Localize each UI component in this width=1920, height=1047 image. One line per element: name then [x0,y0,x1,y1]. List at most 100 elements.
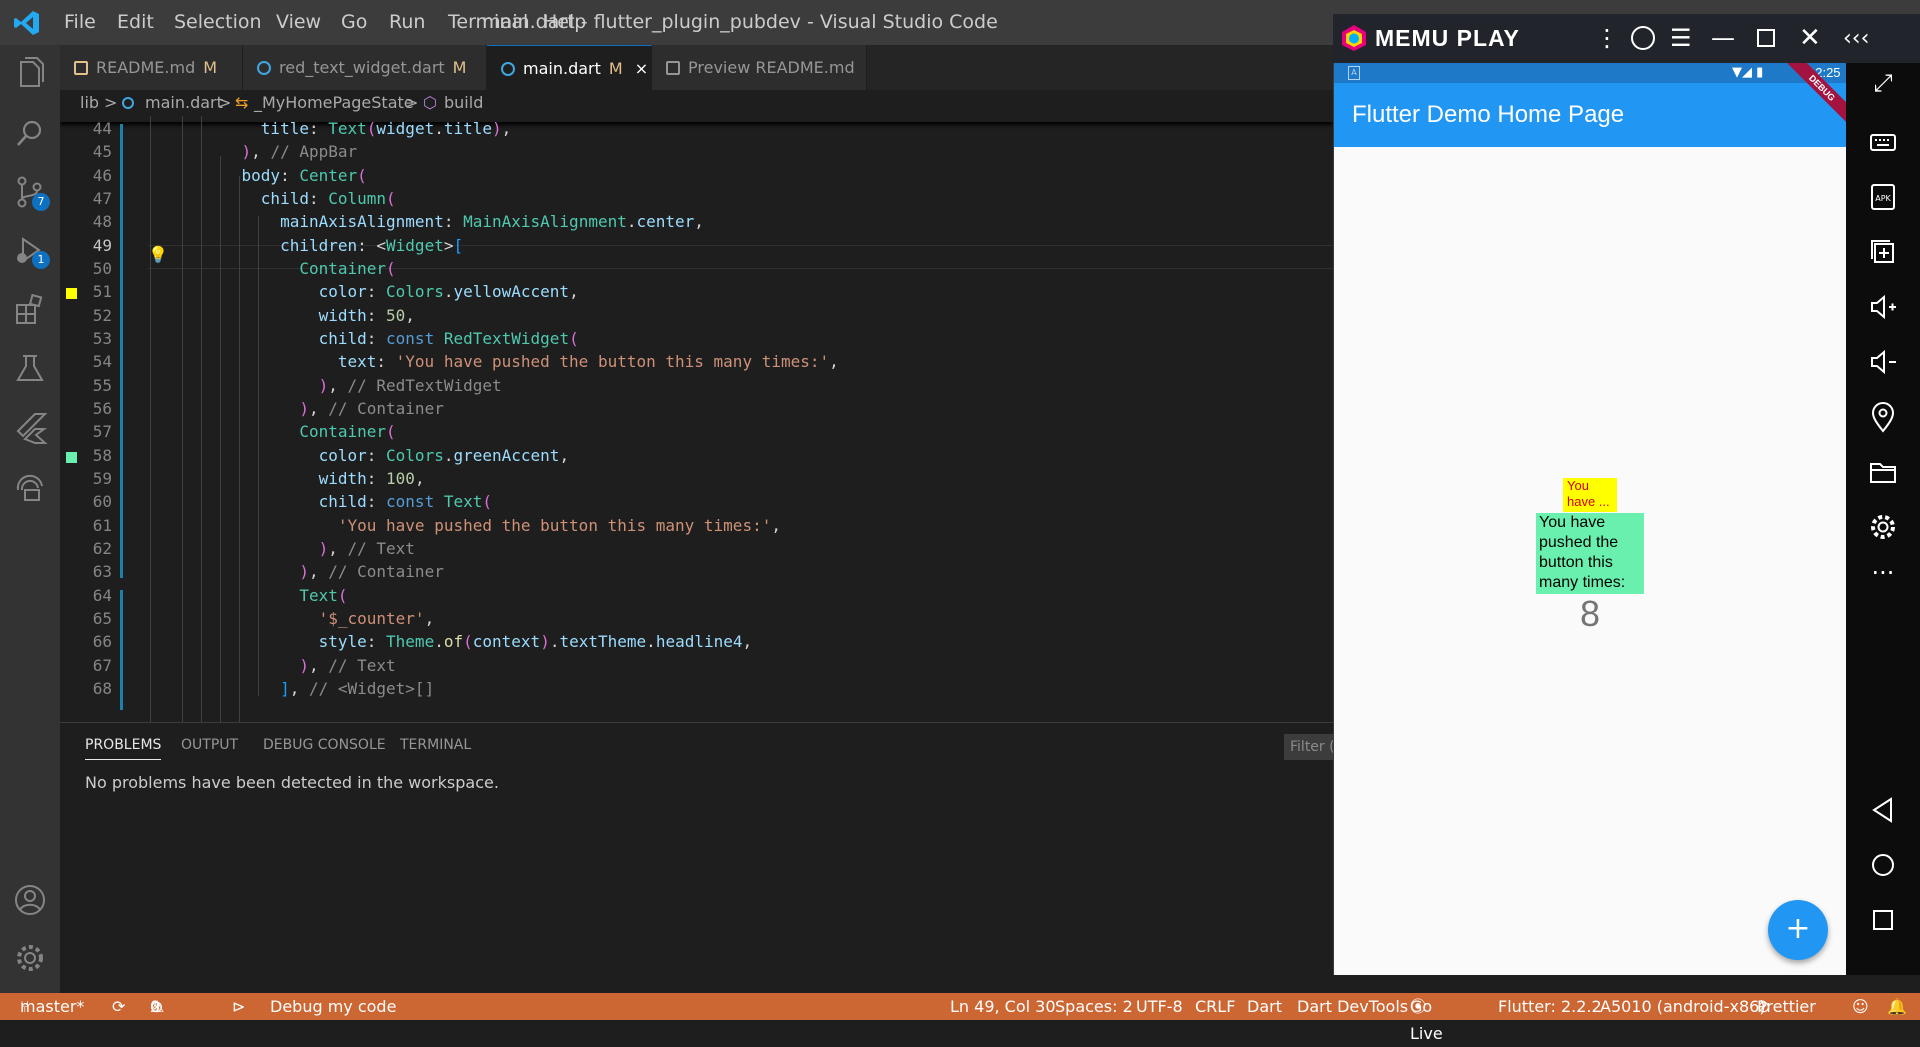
activity-bar: 7 1 [0,45,60,993]
code-line[interactable]: 63 ), // Container [60,562,1333,586]
tab-readme[interactable]: README.md M [60,45,243,90]
debug-badge: 1 [32,251,50,269]
code-line[interactable]: 45 ), // AppBar [60,142,1333,166]
problems-message: No problems have been detected in the wo… [85,773,499,792]
account-icon[interactable] [1631,26,1655,50]
encoding[interactable]: UTF-8 [1136,993,1183,1020]
android-home-icon[interactable] [1864,846,1902,884]
minimize-icon[interactable]: — [1711,14,1735,63]
maximize-icon[interactable] [1757,29,1775,47]
code-line[interactable]: 47 child: Column( [60,189,1333,213]
code-line[interactable]: 53 child: const RedTextWidget( [60,329,1333,353]
search-icon[interactable] [11,115,49,153]
breadcrumb-separator: > [104,93,118,112]
code-line[interactable]: 67 ), // Text [60,656,1333,680]
code-line[interactable]: 60 child: const Text( [60,492,1333,516]
remote-explorer-icon[interactable] [11,468,49,506]
code-text: width: 100, [318,469,425,489]
code-text: ), // Container [299,562,444,582]
cursor-position[interactable]: Ln 49, Col 30 [950,993,1056,1020]
code-line[interactable]: 49 children: <Widget>[ [60,236,1333,260]
close-icon[interactable]: × [635,59,648,78]
apk-install-icon[interactable]: APK [1864,178,1902,216]
code-line[interactable]: 66 style: Theme.of(context).textTheme.he… [60,632,1333,656]
more-options-icon[interactable]: ⋮ [1595,14,1619,63]
code-line[interactable]: 61 'You have pushed the button this many… [60,516,1333,540]
breadcrumb-class[interactable]: _MyHomePageState [254,90,414,116]
code-line[interactable]: 55 ), // RedTextWidget [60,376,1333,400]
code-line[interactable]: 59 width: 100, [60,469,1333,493]
code-text: children: <Widget>[ [280,235,464,255]
testing-icon[interactable] [11,350,49,388]
code-line[interactable]: 57 Container( [60,422,1333,446]
language-mode[interactable]: Dart [1247,993,1282,1020]
collapse-sidebar-icon[interactable]: ‹‹‹ [1843,14,1869,63]
shared-folder-icon[interactable] [1864,453,1902,491]
volume-down-icon[interactable] [1864,343,1902,381]
android-back-icon[interactable] [1864,791,1902,829]
line-number: 62 [92,539,112,559]
code-line[interactable]: 51 color: Colors.yellowAccent, [60,282,1333,306]
sync-icon[interactable]: ⟳ [112,993,125,1020]
tab-red-text-widget[interactable]: red_text_widget.dart M [243,45,487,90]
feedback-icon[interactable]: ☺ [1852,993,1869,1020]
code-line[interactable]: 46 body: Center( [60,166,1333,190]
tab-terminal[interactable]: TERMINAL [400,737,471,753]
android-screen[interactable]: A ▼◢ ▮ 12:25 Flutter Demo Home Page DEBU… [1333,63,1847,975]
keyboard-icon[interactable] [1864,123,1902,161]
tab-debug-console[interactable]: DEBUG CONSOLE [263,737,386,753]
breadcrumb-method[interactable]: build [444,90,483,116]
line-number: 54 [92,352,112,372]
code-line[interactable]: 48 mainAxisAlignment: MainAxisAlignment.… [60,212,1333,236]
settings-gear-icon[interactable] [1864,508,1902,546]
code-line[interactable]: 50 Container( [60,259,1333,283]
close-icon[interactable]: ✕ [1799,14,1821,63]
code-line[interactable]: 62 ), // Text [60,539,1333,563]
fullscreen-icon[interactable]: ⤢ [1864,69,1902,107]
tab-output[interactable]: OUTPUT [181,737,238,753]
code-line[interactable]: 54 text: 'You have pushed the button thi… [60,352,1333,376]
tab-preview-readme[interactable]: Preview README.md [652,45,867,90]
increment-fab-button[interactable]: + [1768,900,1828,960]
indentation[interactable]: Spaces: 2 [1055,993,1133,1020]
source-control-icon[interactable]: 7 [11,173,50,211]
run-debug-icon[interactable]: 1 [11,231,50,269]
problems-filter-input[interactable]: Filter ( [1284,734,1340,760]
more-tools-icon[interactable]: ··· [1864,559,1902,597]
extensions-icon[interactable] [11,291,49,329]
code-line[interactable]: 52 width: 50, [60,306,1333,330]
code-editor[interactable]: 💡 44 title: Text(widget.title), 45 ), // … [60,116,1333,722]
location-pin-icon[interactable] [1864,398,1902,436]
code-text: style: Theme.of(context).textTheme.headl… [318,632,753,652]
code-line[interactable]: 44 title: Text(widget.title), [60,119,1333,143]
debug-launch[interactable]: Debug my code [270,993,396,1020]
code-line[interactable]: 56 ), // Container [60,399,1333,423]
volume-up-icon[interactable] [1864,288,1902,326]
code-text: '$_counter', [318,609,435,629]
line-number: 68 [92,679,112,699]
code-line[interactable]: 68 ], // <Widget>[] [60,679,1333,703]
android-recents-icon[interactable] [1864,901,1902,939]
code-line[interactable]: 64 Text( [60,586,1333,610]
breadcrumb-separator: > [218,93,232,112]
multi-instance-icon[interactable] [1864,233,1902,271]
code-line[interactable]: 58 color: Colors.greenAccent, [60,446,1333,470]
code-line[interactable]: 65 '$_counter', [60,609,1333,633]
end-of-line[interactable]: CRLF [1195,993,1235,1020]
tab-problems[interactable]: PROBLEMS [85,737,162,760]
code-text: text: 'You have pushed the button this m… [337,352,839,372]
notifications-bell-icon[interactable]: 🔔 [1887,993,1907,1020]
explorer-icon[interactable] [11,55,49,93]
device-selector[interactable]: A5010 (android-x86) [1600,993,1766,1020]
tab-main-dart[interactable]: main.dart M × [487,45,652,91]
flutter-version[interactable]: Flutter: 2.2.2 [1498,993,1602,1020]
breadcrumb-lib[interactable]: lib [80,90,99,116]
color-swatch [66,288,77,300]
dart-devtools[interactable]: Dart DevTools [1297,993,1408,1020]
settings-gear-icon[interactable] [11,939,49,977]
hamburger-menu-icon[interactable]: ☰ [1670,14,1692,63]
breadcrumb-main-dart[interactable]: main.dart [145,90,223,116]
yellow-container: You have ... [1563,478,1617,512]
accounts-icon[interactable] [11,881,49,919]
flutter-icon[interactable] [11,409,49,447]
